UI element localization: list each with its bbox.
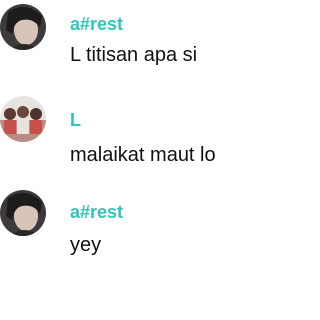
group-photo-icon xyxy=(0,96,46,142)
user-avatar[interactable] xyxy=(0,4,46,50)
comment-username[interactable]: a#rest xyxy=(70,14,123,35)
comment-text: yey xyxy=(70,234,102,256)
person-portrait-icon xyxy=(0,4,46,50)
comment-text: L titisan apa si xyxy=(70,44,198,66)
person-portrait-icon xyxy=(0,190,46,236)
comment-item: a#rest L titisan apa si xyxy=(0,0,256,70)
comment-text: malaikat maut lo xyxy=(70,144,216,166)
user-avatar[interactable] xyxy=(0,190,46,236)
user-avatar[interactable] xyxy=(0,96,46,142)
comment-item: a#rest yey xyxy=(0,186,256,266)
comment-username[interactable]: a#rest xyxy=(70,202,123,223)
comment-item: L malaikat maut lo xyxy=(0,92,256,172)
comment-username[interactable]: L xyxy=(70,110,81,131)
